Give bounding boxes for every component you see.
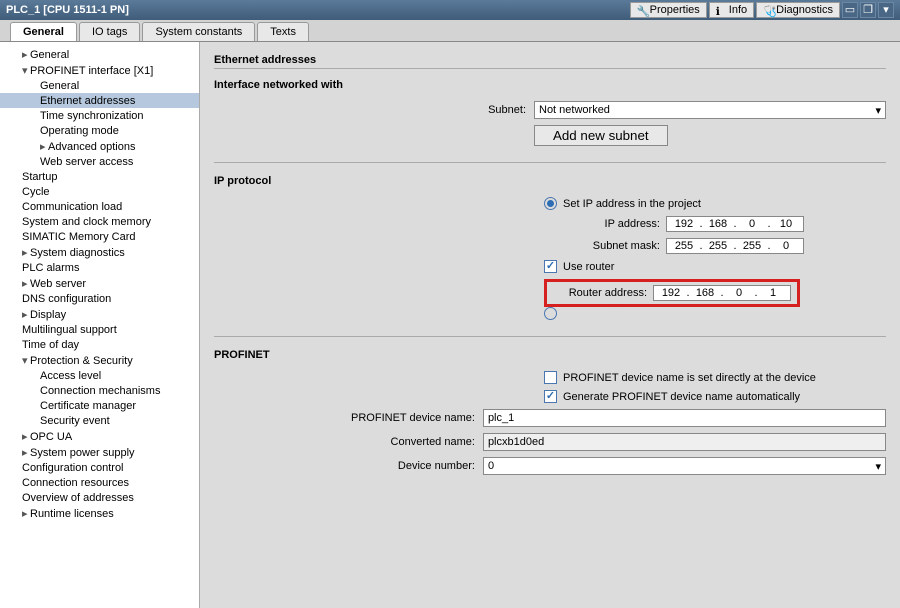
tabs: General IO tags System constants Texts	[0, 20, 900, 42]
tree-pn-opmode[interactable]: Operating mode	[0, 123, 199, 138]
tree-pn-web[interactable]: Web server access	[0, 154, 199, 169]
titlebar: PLC_1 [CPU 1511-1 PN] 🔧Properties ℹInfo …	[0, 0, 900, 20]
subnet-mask-label: Subnet mask:	[566, 240, 666, 252]
group-profinet-title: PROFINET	[214, 349, 886, 361]
subnet-label: Subnet:	[214, 104, 534, 116]
info-button[interactable]: ℹInfo	[709, 2, 754, 18]
devnum-select[interactable]: 0	[483, 457, 886, 475]
group-ip-title: IP protocol	[214, 175, 886, 187]
tree-addr-over[interactable]: Overview of addresses	[0, 490, 199, 505]
add-subnet-button[interactable]: Add new subnet	[534, 125, 668, 146]
tab-io-tags[interactable]: IO tags	[79, 22, 140, 41]
devnum-label: Device number:	[214, 460, 483, 472]
router-address-label: Router address:	[553, 287, 653, 299]
router-address-input[interactable]: 192. 168. 0. 1	[653, 285, 791, 301]
tree-comm-load[interactable]: Communication load	[0, 199, 199, 214]
tree-general[interactable]: ▸General	[0, 46, 199, 62]
group-profinet: PROFINET PROFINET device name is set dir…	[214, 349, 886, 475]
radio-set-in-project[interactable]	[544, 197, 557, 210]
tab-system-constants[interactable]: System constants	[142, 22, 255, 41]
tree-prot-access[interactable]: Access level	[0, 368, 199, 383]
use-router-label: Use router	[563, 261, 614, 273]
profinet-auto-checkbox[interactable]	[544, 390, 557, 403]
divider	[214, 162, 886, 163]
titlebar-buttons: 🔧Properties ℹInfo 🩺Diagnostics ▭ ❐ ▾	[630, 2, 894, 18]
group-ip: IP protocol Set IP address in the projec…	[214, 175, 886, 320]
profinet-direct-label: PROFINET device name is set directly at …	[563, 372, 816, 384]
subnet-mask-input[interactable]: 255. 255. 255. 0	[666, 238, 804, 254]
radio-set-at-device[interactable]	[544, 307, 557, 320]
ip-address-input[interactable]: 192. 168. 0. 10	[666, 216, 804, 232]
use-router-checkbox[interactable]	[544, 260, 557, 273]
ip-address-label: IP address:	[566, 218, 666, 230]
tree-pn-general[interactable]: General	[0, 78, 199, 93]
diagnostics-icon: 🩺	[763, 5, 773, 15]
properties-button[interactable]: 🔧Properties	[630, 2, 707, 18]
info-icon: ℹ	[716, 5, 726, 15]
tab-texts[interactable]: Texts	[257, 22, 309, 41]
tree-pn-ethernet[interactable]: Ethernet addresses	[0, 93, 199, 108]
main-panel: Ethernet addresses Interface networked w…	[200, 42, 900, 608]
devname-input[interactable]: plc_1	[483, 409, 886, 427]
group-interface: Interface networked with Subnet: Not net…	[214, 79, 886, 146]
tree-prot-cert[interactable]: Certificate manager	[0, 398, 199, 413]
convname-input: plcxb1d0ed	[483, 433, 886, 451]
tree-power[interactable]: ▸System power supply	[0, 444, 199, 460]
tree-runtime[interactable]: ▸Runtime licenses	[0, 505, 199, 521]
tab-general[interactable]: General	[10, 22, 77, 41]
tree-config-ctrl[interactable]: Configuration control	[0, 460, 199, 475]
tree-profinet[interactable]: ▾PROFINET interface [X1]	[0, 62, 199, 78]
tree-cycle[interactable]: Cycle	[0, 184, 199, 199]
tree-multilang[interactable]: Multilingual support	[0, 322, 199, 337]
radio-set-at-device-label: IP address is set directly at the device	[563, 308, 747, 320]
tree-clock-mem[interactable]: System and clock memory	[0, 214, 199, 229]
window-collapse-button[interactable]: ▭	[842, 2, 858, 18]
window-menu-button[interactable]: ▾	[878, 2, 894, 18]
tree-mem-card[interactable]: SIMATIC Memory Card	[0, 229, 199, 244]
tree-web-server[interactable]: ▸Web server	[0, 275, 199, 291]
tree-plc-alarms[interactable]: PLC alarms	[0, 260, 199, 275]
profinet-auto-label: Generate PROFINET device name automatica…	[563, 391, 800, 403]
tree-prot-conn[interactable]: Connection mechanisms	[0, 383, 199, 398]
window-restore-button[interactable]: ❐	[860, 2, 876, 18]
diagnostics-button[interactable]: 🩺Diagnostics	[756, 2, 840, 18]
tree-prot-sec[interactable]: Security event	[0, 413, 199, 428]
tree-tod[interactable]: Time of day	[0, 337, 199, 352]
devname-label: PROFINET device name:	[214, 412, 483, 424]
group-interface-title: Interface networked with	[214, 79, 886, 91]
sidebar: ▸General ▾PROFINET interface [X1] Genera…	[0, 42, 200, 608]
tree-pn-time[interactable]: Time synchronization	[0, 108, 199, 123]
tree-startup[interactable]: Startup	[0, 169, 199, 184]
router-address-highlight: Router address: 192. 168. 0. 1	[544, 279, 800, 307]
tree-protection[interactable]: ▾Protection & Security	[0, 352, 199, 368]
section-title: Ethernet addresses	[214, 54, 886, 69]
tree-opcua[interactable]: ▸OPC UA	[0, 428, 199, 444]
tree-conn-res[interactable]: Connection resources	[0, 475, 199, 490]
subnet-select[interactable]: Not networked	[534, 101, 886, 119]
tree-pn-advanced[interactable]: ▸Advanced options	[0, 138, 199, 154]
tree-sys-diag[interactable]: ▸System diagnostics	[0, 244, 199, 260]
properties-icon: 🔧	[637, 5, 647, 15]
convname-label: Converted name:	[214, 436, 483, 448]
tree-dns[interactable]: DNS configuration	[0, 291, 199, 306]
tree-display[interactable]: ▸Display	[0, 306, 199, 322]
radio-set-in-project-label: Set IP address in the project	[563, 198, 701, 210]
titlebar-title: PLC_1 [CPU 1511-1 PN]	[6, 4, 630, 16]
profinet-direct-checkbox[interactable]	[544, 371, 557, 384]
divider-2	[214, 336, 886, 337]
